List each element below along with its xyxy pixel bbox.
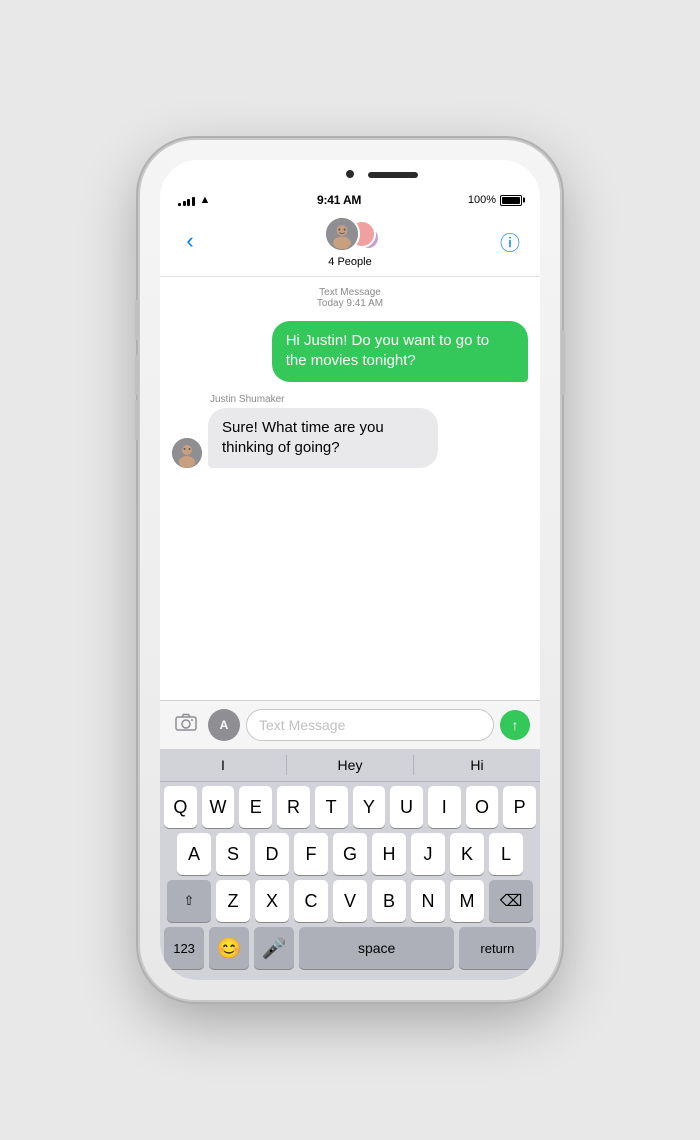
predictive-item-3[interactable]: Hi xyxy=(414,755,540,775)
key-m[interactable]: M xyxy=(450,880,484,922)
sent-bubble[interactable]: Hi Justin! Do you want to go to the movi… xyxy=(272,321,528,382)
svg-text:A: A xyxy=(220,718,229,732)
key-h[interactable]: H xyxy=(372,833,406,875)
status-right: 100% xyxy=(468,194,522,206)
key-c[interactable]: C xyxy=(294,880,328,922)
key-w[interactable]: W xyxy=(202,786,235,828)
received-bubble[interactable]: Sure! What time are you thinking of goin… xyxy=(208,408,438,469)
key-l[interactable]: L xyxy=(489,833,523,875)
top-notch xyxy=(160,160,540,188)
key-y[interactable]: Y xyxy=(353,786,386,828)
key-e[interactable]: E xyxy=(239,786,272,828)
key-space[interactable]: space xyxy=(299,927,453,969)
battery-fill xyxy=(502,197,520,204)
key-shift[interactable]: ⇧ xyxy=(167,880,211,922)
group-name[interactable]: 4 People xyxy=(328,256,371,268)
keyboard-row-3: ⇧ Z X C V B N M ⌫ xyxy=(164,880,536,922)
keyboard: Q W E R T Y U I O P A S D F G H J K xyxy=(160,782,540,980)
status-left: ▲ xyxy=(178,194,210,206)
signal-bars xyxy=(178,194,195,206)
message-input-area: A Text Message ↑ xyxy=(160,700,540,749)
key-a[interactable]: A xyxy=(177,833,211,875)
message-received: Justin Shumaker Sure! What time are you … xyxy=(172,394,528,469)
key-n[interactable]: N xyxy=(411,880,445,922)
timestamp-label: Text Message xyxy=(172,287,528,298)
timestamp-sublabel: Today 9:41 AM xyxy=(172,298,528,309)
battery-icon xyxy=(500,195,522,206)
send-button[interactable]: ↑ xyxy=(500,710,530,740)
key-i[interactable]: I xyxy=(428,786,461,828)
battery-percent: 100% xyxy=(468,194,496,206)
key-return[interactable]: return xyxy=(459,927,536,969)
key-emoji[interactable]: 😊 xyxy=(209,927,249,969)
key-u[interactable]: U xyxy=(390,786,423,828)
key-s[interactable]: S xyxy=(216,833,250,875)
appstore-button[interactable]: A xyxy=(208,709,240,741)
key-z[interactable]: Z xyxy=(216,880,250,922)
info-button[interactable]: ⓘ xyxy=(492,227,528,256)
person-avatar-svg xyxy=(326,216,358,252)
key-b[interactable]: B xyxy=(372,880,406,922)
earpiece-speaker xyxy=(368,172,418,178)
front-camera xyxy=(346,170,354,178)
key-backspace[interactable]: ⌫ xyxy=(489,880,533,922)
keyboard-row-2: A S D F G H J K L xyxy=(164,833,536,875)
text-input-wrapper[interactable]: Text Message xyxy=(246,709,494,741)
navigation-bar: ‹ xyxy=(160,210,540,277)
received-inner: Justin Shumaker Sure! What time are you … xyxy=(208,394,438,469)
status-bar: ▲ 9:41 AM 100% xyxy=(160,188,540,210)
wifi-icon: ▲ xyxy=(200,194,211,206)
key-v[interactable]: V xyxy=(333,880,367,922)
keyboard-row-1: Q W E R T Y U I O P xyxy=(164,786,536,828)
group-avatar xyxy=(322,214,378,254)
sender-avatar xyxy=(172,438,202,468)
key-q[interactable]: Q xyxy=(164,786,197,828)
keyboard-row-4: 123 😊 🎤 space return xyxy=(164,927,536,969)
key-numbers[interactable]: 123 xyxy=(164,927,204,969)
camera-svg xyxy=(175,713,197,731)
text-input-placeholder: Text Message xyxy=(259,717,345,733)
key-t[interactable]: T xyxy=(315,786,348,828)
key-j[interactable]: J xyxy=(411,833,445,875)
key-f[interactable]: F xyxy=(294,833,328,875)
message-sent: Hi Justin! Do you want to go to the movi… xyxy=(172,321,528,382)
key-g[interactable]: G xyxy=(333,833,367,875)
key-mic[interactable]: 🎤 xyxy=(254,927,294,969)
avatar-main xyxy=(324,216,360,252)
key-d[interactable]: D xyxy=(255,833,289,875)
key-o[interactable]: O xyxy=(466,786,499,828)
send-arrow-icon: ↑ xyxy=(512,717,519,733)
phone-device: ▲ 9:41 AM 100% ‹ xyxy=(140,140,560,1000)
sender-name: Justin Shumaker xyxy=(210,394,438,405)
signal-bar-4 xyxy=(192,197,195,206)
signal-bar-3 xyxy=(187,199,190,206)
predictive-item-2[interactable]: Hey xyxy=(287,755,414,775)
nav-center: 4 People xyxy=(322,214,378,268)
phone-screen: ▲ 9:41 AM 100% ‹ xyxy=(160,160,540,980)
key-p[interactable]: P xyxy=(503,786,536,828)
signal-bar-1 xyxy=(178,203,181,206)
key-k[interactable]: K xyxy=(450,833,484,875)
key-r[interactable]: R xyxy=(277,786,310,828)
message-timestamp: Text Message Today 9:41 AM xyxy=(172,287,528,309)
key-x[interactable]: X xyxy=(255,880,289,922)
predictive-bar: I Hey Hi xyxy=(160,749,540,782)
camera-icon xyxy=(175,713,197,737)
appstore-svg: A xyxy=(215,716,233,734)
predictive-item-1[interactable]: I xyxy=(160,755,287,775)
signal-bar-2 xyxy=(183,201,186,206)
messages-area: Text Message Today 9:41 AM Hi Justin! Do… xyxy=(160,277,540,700)
back-button[interactable]: ‹ xyxy=(172,228,208,254)
status-time: 9:41 AM xyxy=(317,193,361,207)
sender-avatar-svg xyxy=(172,438,202,468)
camera-button[interactable] xyxy=(170,709,202,741)
